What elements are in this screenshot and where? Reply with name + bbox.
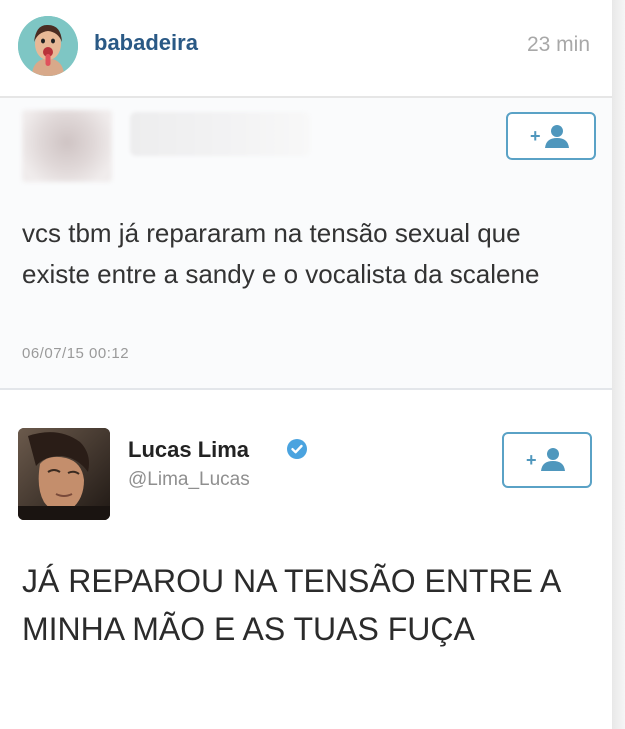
follow-button[interactable]: + (506, 112, 596, 160)
blurred-avatar (22, 110, 112, 182)
blurred-name (130, 112, 310, 156)
tweet-date: 06/07/15 00:12 (22, 345, 130, 362)
add-user-icon: + (530, 125, 569, 148)
tweet-card-reply: Lucas Lima @Lima_Lucas + JÁ REPAROU NA T… (0, 392, 612, 729)
right-edge (612, 0, 625, 729)
svg-text:+: + (526, 450, 537, 470)
tweet-card-original: + vcs tbm já repararam na tensão sexual … (0, 98, 612, 390)
verified-badge-icon (287, 439, 307, 459)
reply-text: JÁ REPAROU NA TENSÃO ENTRE A MINHA MÃO E… (22, 563, 560, 647)
post-header: babadeira 23 min (0, 0, 612, 98)
profile-avatar[interactable] (18, 16, 78, 76)
tweet-text: vcs tbm já repararam na tensão sexual qu… (22, 218, 540, 289)
lucas-avatar[interactable] (18, 428, 110, 520)
handle[interactable]: @Lima_Lucas (128, 469, 250, 491)
username[interactable]: babadeira (94, 30, 198, 56)
add-user-icon: + (526, 448, 565, 471)
svg-text:+: + (530, 126, 541, 146)
display-name[interactable]: Lucas Lima (128, 437, 249, 463)
follow-button[interactable]: + (502, 432, 592, 488)
post-time: 23 min (526, 33, 590, 56)
